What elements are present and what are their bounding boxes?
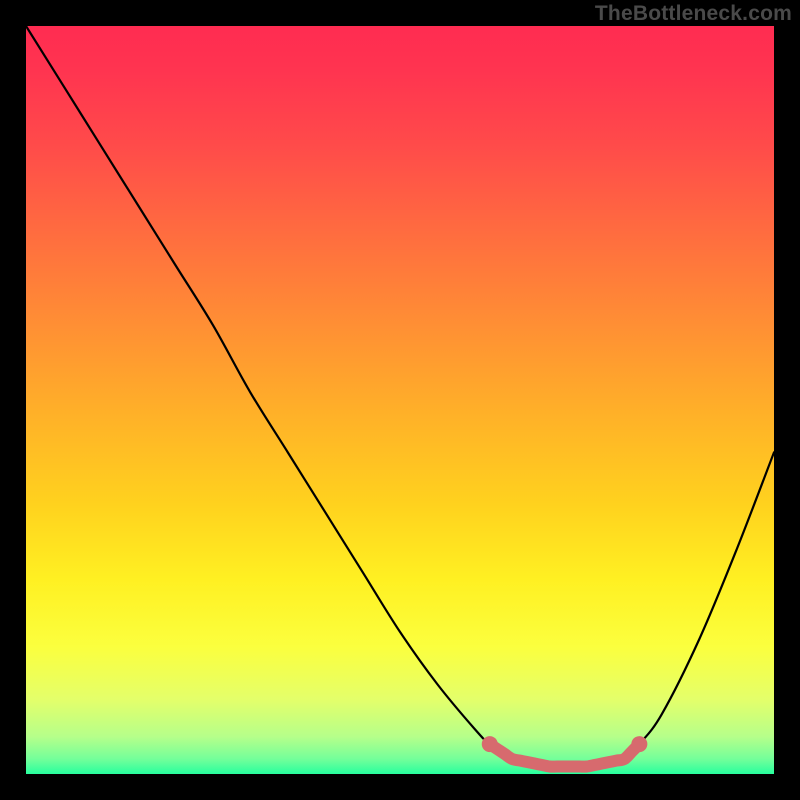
watermark-text: TheBottleneck.com bbox=[595, 2, 792, 26]
gradient-background bbox=[26, 26, 774, 774]
chart-stage: TheBottleneck.com bbox=[0, 0, 800, 800]
plot-area bbox=[26, 26, 774, 774]
optimal-end-dot bbox=[631, 736, 647, 752]
plot-svg bbox=[26, 26, 774, 774]
